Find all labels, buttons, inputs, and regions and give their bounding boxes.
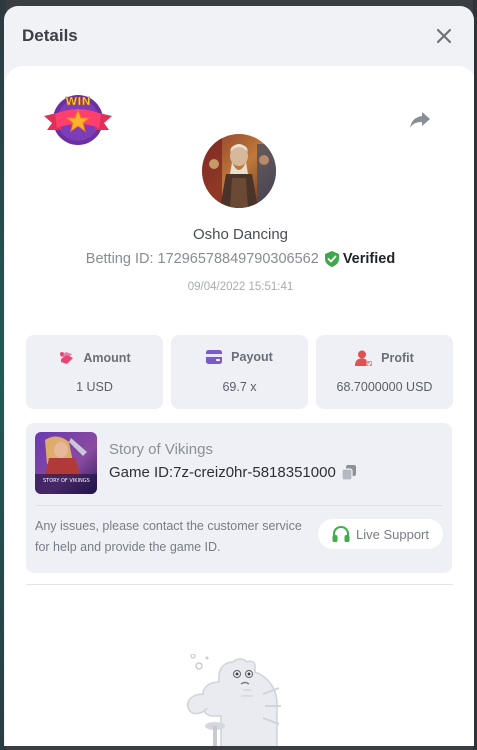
details-modal: Details WIN Osho Dancing Betting ID: 172… bbox=[4, 6, 474, 746]
game-avatar bbox=[202, 134, 276, 208]
game-thumbnail[interactable]: STORY OF VIKINGS bbox=[35, 432, 97, 494]
close-button[interactable] bbox=[432, 24, 456, 48]
bet-timestamp: 09/04/2022 15:51:41 bbox=[187, 281, 294, 293]
betting-id-row: Betting ID: 17296578849790306562 Verifie… bbox=[5, 251, 474, 267]
profit-label: Profit bbox=[381, 351, 414, 365]
mascot-illustration bbox=[181, 653, 285, 746]
bet-game-name: Osho Dancing bbox=[192, 226, 289, 243]
share-button[interactable] bbox=[408, 110, 434, 132]
thumb-caption: STORY OF VIKINGS bbox=[43, 478, 90, 484]
amount-label: Amount bbox=[83, 351, 131, 365]
live-support-button[interactable]: Live Support bbox=[318, 519, 443, 549]
payout-card: Payout 69.7 x bbox=[171, 335, 308, 409]
verified-label: Verified bbox=[342, 251, 396, 267]
support-message: Any issues, please contact the customer … bbox=[35, 519, 302, 554]
wallet-icon bbox=[206, 350, 223, 364]
amount-header: Amount bbox=[26, 350, 163, 366]
payout-value: 69.7 x bbox=[222, 380, 257, 394]
game-info-card: STORY OF VIKINGS Story of Vikings Game I… bbox=[26, 423, 452, 573]
game-card-divider bbox=[36, 505, 442, 506]
user-profit-icon bbox=[355, 350, 373, 366]
headset-icon bbox=[332, 525, 350, 542]
profit-value: 68.7000000 USD bbox=[336, 380, 433, 394]
payout-header: Payout bbox=[171, 350, 308, 364]
game-id: Game ID:7z-creiz0hr-5818351000 bbox=[109, 464, 336, 481]
profit-card: Profit 68.7000000 USD bbox=[316, 335, 453, 409]
modal-header: Details bbox=[4, 6, 474, 66]
share-icon bbox=[410, 112, 430, 128]
bet-details-card: WIN Osho Dancing Betting ID: 17296578849… bbox=[5, 66, 474, 746]
profit-header: Profit bbox=[316, 350, 453, 366]
amount-value: 1 USD bbox=[76, 380, 113, 394]
coins-icon bbox=[60, 352, 74, 364]
section-divider bbox=[26, 584, 453, 585]
copy-icon bbox=[341, 465, 356, 480]
live-support-label: Live Support bbox=[356, 526, 429, 542]
shield-check-icon bbox=[324, 251, 339, 267]
betting-id: Betting ID: 17296578849790306562 bbox=[85, 251, 319, 267]
modal-title: Details bbox=[22, 26, 78, 45]
verified-badge: Verified bbox=[324, 251, 396, 267]
game-id-row: Game ID:7z-creiz0hr-5818351000 bbox=[109, 464, 356, 481]
payout-label: Payout bbox=[231, 350, 273, 364]
copy-game-id-button[interactable] bbox=[341, 465, 356, 480]
win-badge: WIN bbox=[41, 90, 115, 150]
win-badge-text: WIN bbox=[65, 95, 90, 108]
game-title: Story of Vikings bbox=[109, 441, 213, 458]
amount-card: Amount 1 USD bbox=[26, 335, 163, 409]
close-icon bbox=[436, 28, 452, 44]
